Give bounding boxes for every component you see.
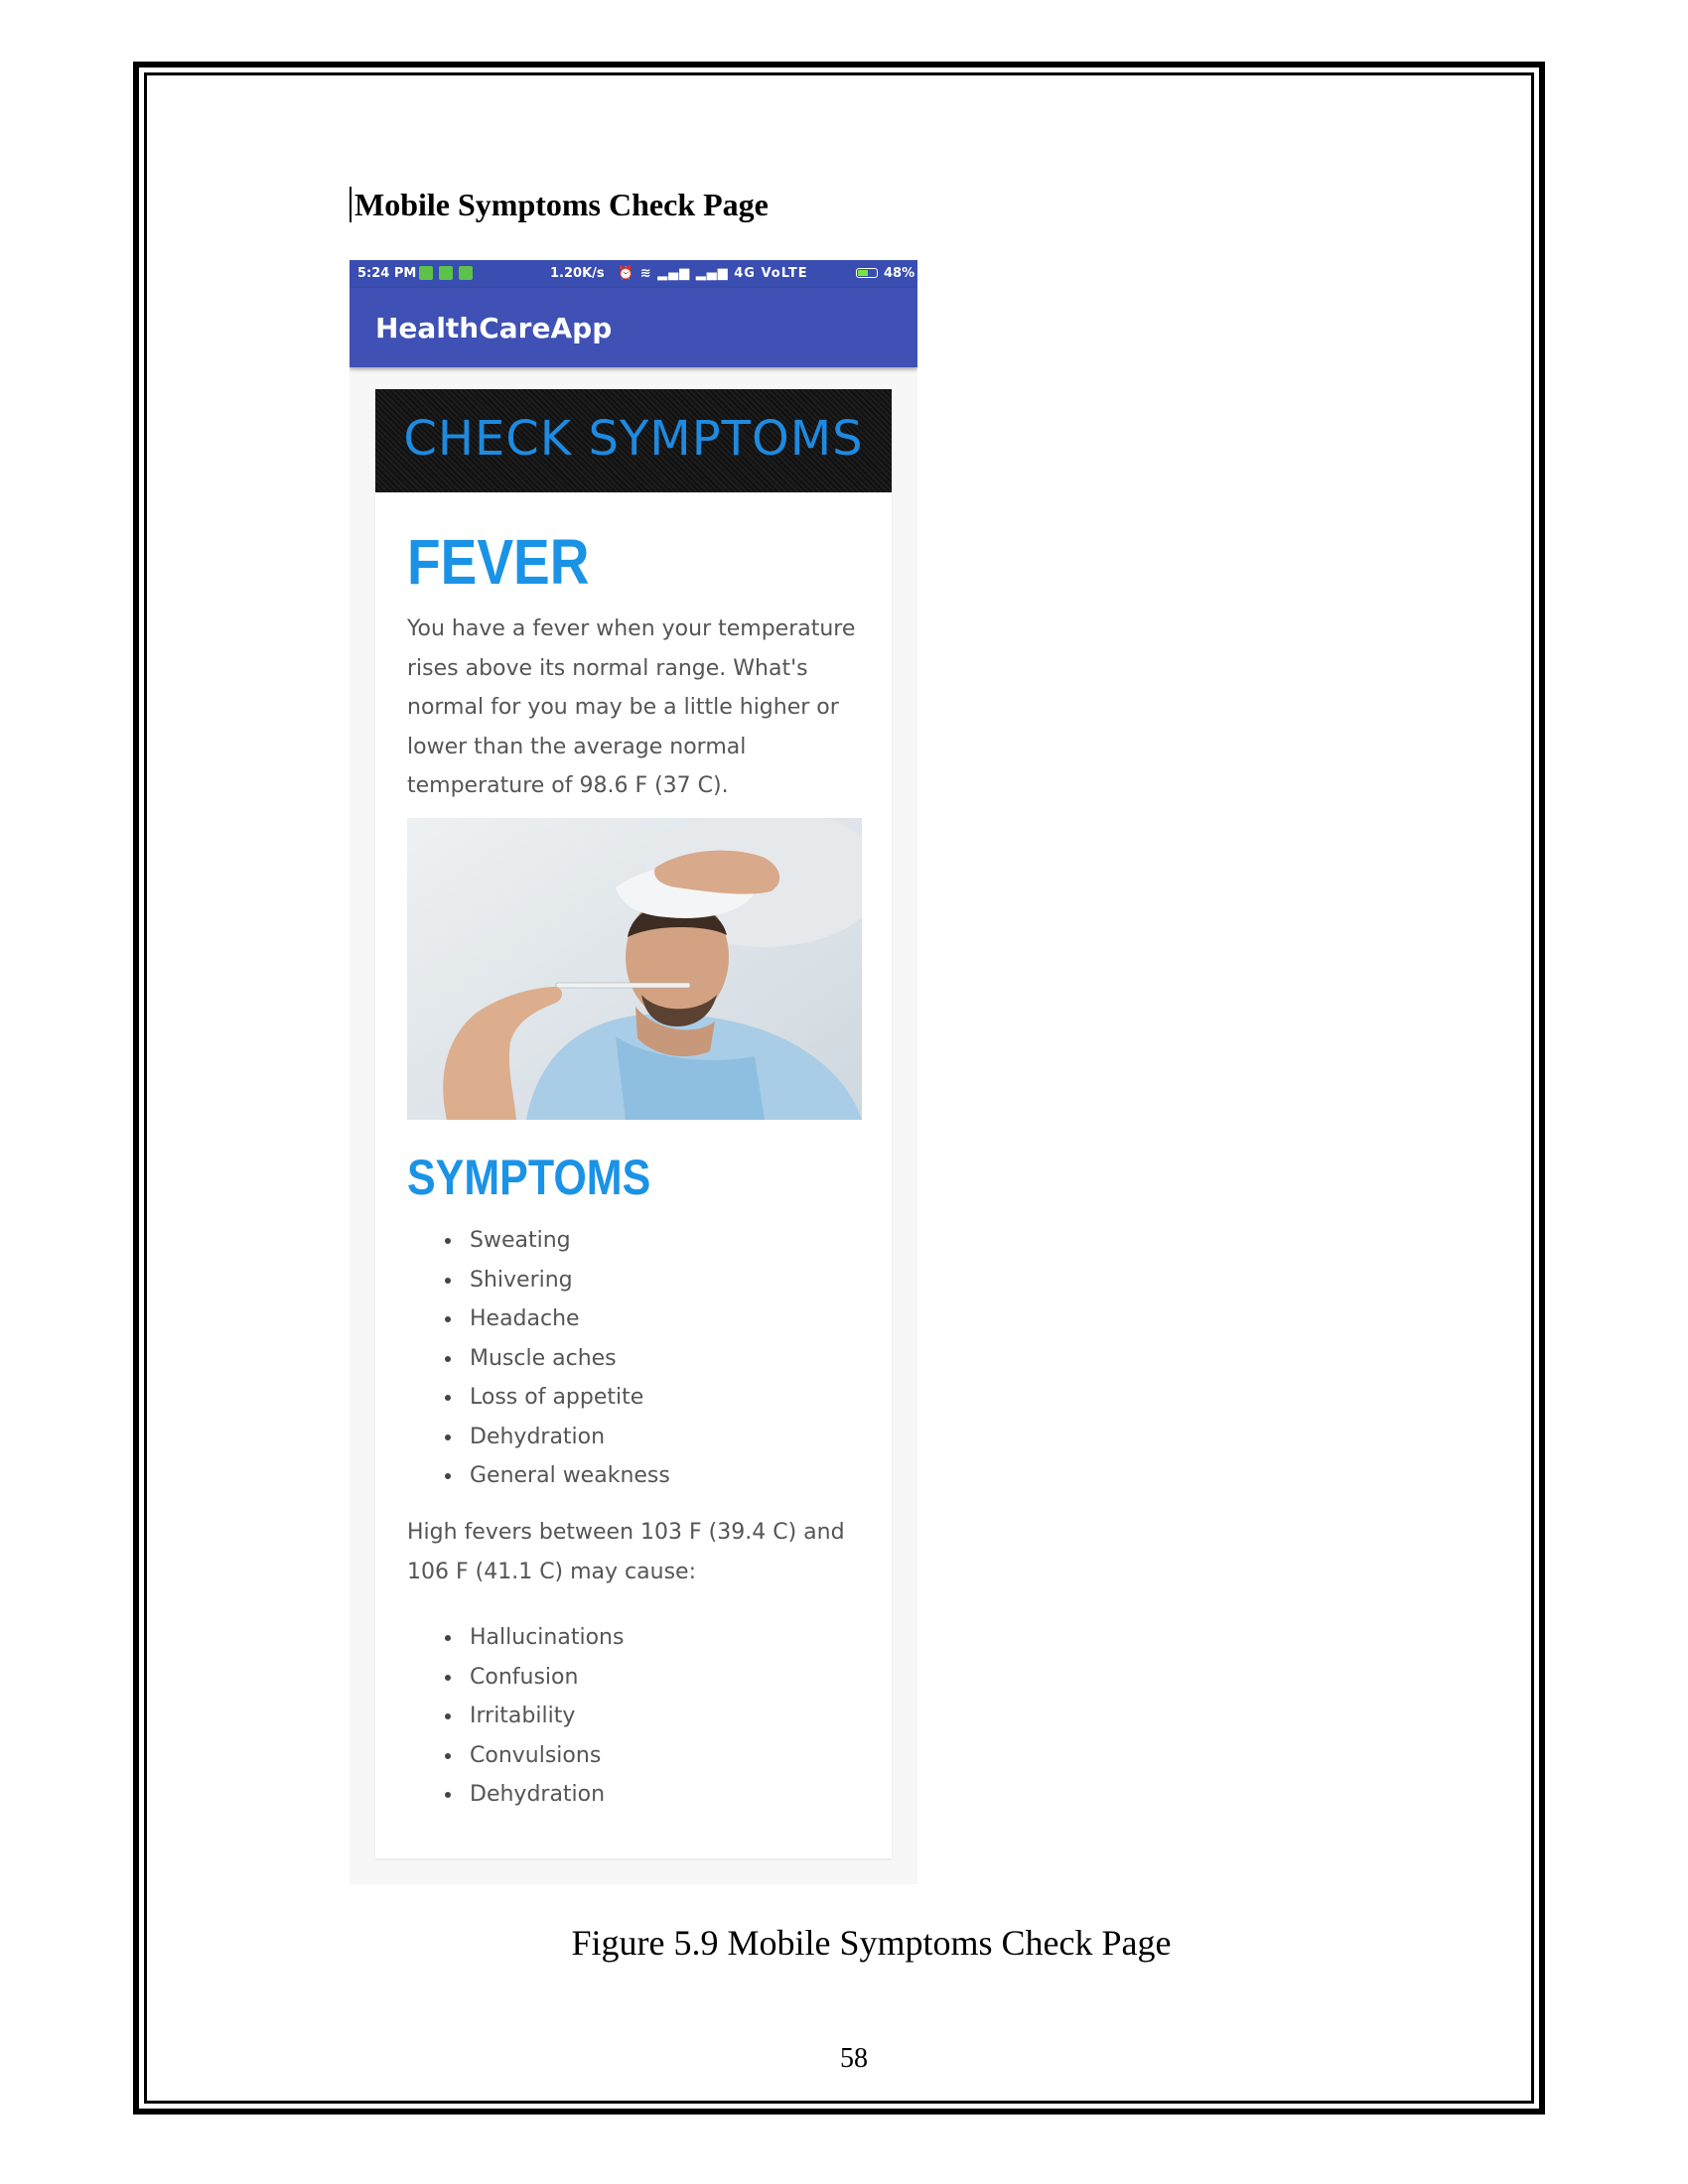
- app-title: HealthCareApp: [375, 312, 613, 344]
- list-item: Headache: [375, 1299, 670, 1339]
- fever-photo: [407, 818, 862, 1120]
- status-time: 5:24 PM: [357, 266, 417, 281]
- list-item: Muscle aches: [375, 1339, 670, 1379]
- content-card: CHECK SYMPTOMS FEVER You have a fever wh…: [375, 389, 892, 1858]
- symptoms-heading: SYMPTOMS: [407, 1150, 651, 1205]
- signal-icon: ▂▄▆: [695, 266, 729, 281]
- banner-text: CHECK SYMPTOMS: [403, 411, 864, 467]
- intro-line: temperature of 98.6 F (37 C).: [407, 773, 729, 798]
- fever-heading: FEVER: [407, 526, 590, 598]
- figure-caption: Figure 5.9 Mobile Symptoms Check Page: [571, 1923, 1172, 1963]
- list-item: Hallucinations: [375, 1618, 624, 1658]
- network-label: 4G VoLTE: [734, 266, 808, 281]
- status-battery: 48%: [884, 266, 915, 281]
- list-item: Confusion: [375, 1658, 624, 1698]
- high-fever-line: High fevers between 103 F (39.4 C) and: [407, 1520, 845, 1545]
- list-item: Dehydration: [375, 1775, 624, 1815]
- status-speed: 1.20K/s: [550, 266, 605, 281]
- notification-icon: [439, 266, 453, 280]
- list-item: Convulsions: [375, 1736, 624, 1776]
- symptoms-list: Sweating Shivering Headache Muscle aches…: [375, 1221, 670, 1496]
- phone-screenshot: 5:24 PM 1.20K/s ⏰ ≋ ▂▄▆ ▂▄▆ 4G VoLTE 48%…: [350, 260, 917, 1884]
- check-symptoms-banner: CHECK SYMPTOMS: [375, 389, 892, 492]
- status-network: ⏰ ≋ ▂▄▆ ▂▄▆ 4G VoLTE: [618, 266, 808, 281]
- intro-line: normal for you may be a little higher or: [407, 695, 839, 720]
- list-item: General weakness: [375, 1456, 670, 1496]
- high-fever-line: 106 F (41.1 C) may cause:: [407, 1559, 696, 1584]
- fever-photo-illustration: [407, 818, 862, 1120]
- list-item: Loss of appetite: [375, 1378, 670, 1418]
- signal-icon: ▂▄▆: [657, 266, 691, 281]
- list-item: Irritability: [375, 1697, 624, 1736]
- intro-line: rises above its normal range. What's: [407, 655, 808, 681]
- list-item: Shivering: [375, 1261, 670, 1300]
- alarm-icon: ⏰: [618, 266, 635, 281]
- wifi-icon: ≋: [639, 266, 652, 281]
- intro-line: lower than the average normal: [407, 734, 747, 759]
- status-bar: 5:24 PM 1.20K/s ⏰ ≋ ▂▄▆ ▂▄▆ 4G VoLTE 48%: [350, 260, 917, 288]
- section-heading: Mobile Symptoms Check Page: [350, 187, 769, 222]
- battery-icon: [856, 268, 878, 278]
- page-number: 58: [840, 2043, 868, 2074]
- intro-text: You have a fever when your temperature r…: [407, 610, 874, 806]
- high-fever-effects-list: Hallucinations Confusion Irritability Co…: [375, 1618, 624, 1815]
- intro-line: You have a fever when your temperature: [407, 616, 856, 641]
- notification-icon: [459, 266, 473, 280]
- app-bar: HealthCareApp: [350, 288, 917, 367]
- notification-icon: [419, 266, 433, 280]
- list-item: Dehydration: [375, 1418, 670, 1457]
- high-fever-text: High fevers between 103 F (39.4 C) and 1…: [407, 1513, 874, 1591]
- list-item: Sweating: [375, 1221, 670, 1261]
